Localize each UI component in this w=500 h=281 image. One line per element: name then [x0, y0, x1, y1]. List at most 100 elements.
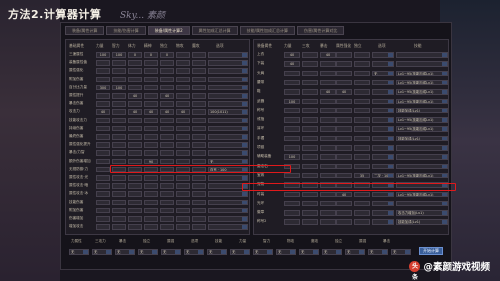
right-value-input[interactable]: [320, 98, 336, 104]
left-value-input[interactable]: [192, 76, 206, 83]
right-value-input[interactable]: [354, 70, 370, 77]
right-value-input[interactable]: [336, 163, 352, 170]
left-value-input[interactable]: [176, 158, 190, 165]
right-value-input[interactable]: [336, 79, 352, 86]
calculate-button[interactable]: 开始计算: [419, 247, 443, 255]
left-value-input[interactable]: [96, 216, 110, 222]
bottom-select[interactable]: 无: [230, 249, 250, 255]
left-option-select[interactable]: [208, 101, 248, 107]
right-skill-select[interactable]: Lv1~95(技能加成Lv1): [396, 98, 448, 104]
left-value-input[interactable]: [112, 183, 126, 189]
left-value-input[interactable]: [144, 150, 158, 156]
right-value-input[interactable]: [320, 117, 336, 123]
right-value-input[interactable]: [284, 135, 300, 142]
right-value-input[interactable]: [302, 191, 318, 197]
left-value-input[interactable]: [192, 84, 206, 91]
right-skill-select[interactable]: [396, 154, 448, 160]
right-value-input[interactable]: [354, 52, 370, 58]
right-value-input[interactable]: [302, 79, 318, 86]
right-value-input[interactable]: [284, 172, 300, 179]
left-value-input[interactable]: [112, 76, 126, 83]
left-value-input[interactable]: [96, 60, 110, 66]
right-value-input[interactable]: [320, 61, 336, 67]
left-value-input[interactable]: [176, 183, 190, 189]
right-value-input[interactable]: [354, 191, 370, 197]
left-value-input[interactable]: [112, 125, 126, 132]
left-value-input[interactable]: 40: [128, 109, 142, 115]
bottom-select[interactable]: 无: [253, 249, 273, 255]
right-option-select[interactable]: [372, 79, 394, 86]
left-value-input[interactable]: [144, 76, 158, 83]
left-value-input[interactable]: 100: [112, 52, 126, 58]
bottom-select[interactable]: 无: [184, 249, 204, 255]
right-option-select[interactable]: [372, 117, 394, 123]
left-value-input[interactable]: 40: [160, 109, 174, 115]
right-value-input[interactable]: [284, 70, 300, 77]
right-value-input[interactable]: [336, 219, 352, 225]
right-value-input[interactable]: [284, 107, 300, 114]
left-value-input[interactable]: [176, 134, 190, 140]
left-value-input[interactable]: [176, 199, 190, 206]
left-value-input[interactable]: [160, 60, 174, 66]
right-value-input[interactable]: [302, 210, 318, 216]
right-value-input[interactable]: [284, 126, 300, 132]
left-value-input[interactable]: [128, 76, 142, 83]
right-option-select[interactable]: [372, 98, 394, 104]
tab-3[interactable]: 属性加成汇总计算: [191, 26, 238, 35]
right-value-input[interactable]: [302, 89, 318, 95]
left-value-input[interactable]: [160, 150, 174, 156]
left-option-select[interactable]: [208, 84, 248, 91]
right-skill-select[interactable]: 技能加成(Lv1): [396, 135, 448, 142]
right-option-select[interactable]: [372, 154, 394, 160]
right-value-input[interactable]: [354, 61, 370, 67]
left-value-input[interactable]: [160, 199, 174, 206]
left-value-input[interactable]: [176, 142, 190, 148]
left-value-input[interactable]: [128, 175, 142, 181]
left-value-input[interactable]: [160, 175, 174, 181]
left-value-input[interactable]: [128, 117, 142, 124]
left-value-input[interactable]: [96, 76, 110, 83]
left-option-select[interactable]: [208, 216, 248, 222]
right-skill-select[interactable]: [396, 52, 448, 58]
left-value-input[interactable]: [176, 76, 190, 83]
right-value-input[interactable]: [320, 210, 336, 216]
left-value-input[interactable]: [144, 183, 158, 189]
right-value-input[interactable]: [354, 210, 370, 216]
left-value-input[interactable]: [96, 68, 110, 74]
left-value-input[interactable]: [176, 60, 190, 66]
left-value-input[interactable]: [192, 183, 206, 189]
right-value-input[interactable]: 100: [284, 98, 300, 104]
bottom-select[interactable]: 无: [207, 249, 227, 255]
left-value-input[interactable]: [112, 224, 126, 230]
left-value-input[interactable]: [128, 84, 142, 91]
right-option-select[interactable]: 二次 · 100: [372, 172, 394, 179]
left-value-input[interactable]: [112, 68, 126, 74]
left-option-select[interactable]: [208, 125, 248, 132]
right-value-input[interactable]: [320, 79, 336, 86]
right-skill-select[interactable]: Lv1~95(技能加成Lv1): [396, 117, 448, 123]
right-value-input[interactable]: [354, 219, 370, 225]
right-value-input[interactable]: [302, 219, 318, 225]
right-value-input[interactable]: [336, 70, 352, 77]
left-value-input[interactable]: 0: [144, 52, 158, 58]
right-value-input[interactable]: [320, 126, 336, 132]
right-value-input[interactable]: [320, 154, 336, 160]
right-value-input[interactable]: [354, 135, 370, 142]
left-value-input[interactable]: [128, 224, 142, 230]
right-value-input[interactable]: [336, 154, 352, 160]
right-value-input[interactable]: 40: [284, 52, 300, 58]
right-value-input[interactable]: [336, 172, 352, 179]
left-value-input[interactable]: [160, 158, 174, 165]
left-option-select[interactable]: [208, 134, 248, 140]
left-value-input[interactable]: [96, 158, 110, 165]
left-option-select[interactable]: [208, 207, 248, 214]
right-value-input[interactable]: [336, 135, 352, 142]
left-value-input[interactable]: [144, 134, 158, 140]
right-value-input[interactable]: [302, 70, 318, 77]
left-option-select[interactable]: [208, 142, 248, 148]
right-value-input[interactable]: [302, 163, 318, 170]
left-value-input[interactable]: [128, 216, 142, 222]
left-value-input[interactable]: [176, 207, 190, 214]
right-skill-select[interactable]: 技能加成(Lv1): [396, 107, 448, 114]
right-value-input[interactable]: [336, 145, 352, 151]
